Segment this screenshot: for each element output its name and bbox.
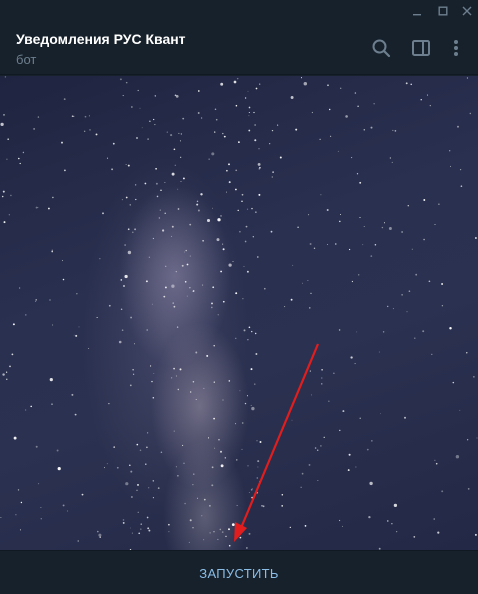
- more-vertical-icon: [454, 40, 458, 56]
- more-options-button[interactable]: [444, 36, 468, 60]
- close-icon: [462, 6, 472, 16]
- toggle-sidebar-button[interactable]: [409, 36, 433, 60]
- close-button[interactable]: [454, 0, 478, 22]
- minimize-button[interactable]: [404, 0, 430, 22]
- app-window: Уведомления РУС Квант бот ЗАПУСТИТЬ: [0, 0, 478, 594]
- search-icon: [372, 39, 391, 58]
- sidebar-panel-icon: [412, 40, 430, 56]
- start-bot-button[interactable]: ЗАПУСТИТЬ: [0, 551, 478, 594]
- search-button[interactable]: [369, 36, 393, 60]
- minimize-icon: [413, 14, 421, 16]
- chat-title[interactable]: Уведомления РУС Квант: [16, 31, 186, 47]
- red-arrow-annotation: [234, 343, 320, 542]
- chat-header[interactable]: Уведомления РУС Квант бот: [0, 22, 478, 75]
- window-titlebar: [0, 0, 478, 22]
- bottom-bar: ЗАПУСТИТЬ: [0, 550, 478, 594]
- chat-subtitle: бот: [16, 52, 37, 67]
- chat-background: [0, 76, 478, 550]
- maximize-button[interactable]: [430, 0, 456, 22]
- maximize-icon: [438, 6, 448, 16]
